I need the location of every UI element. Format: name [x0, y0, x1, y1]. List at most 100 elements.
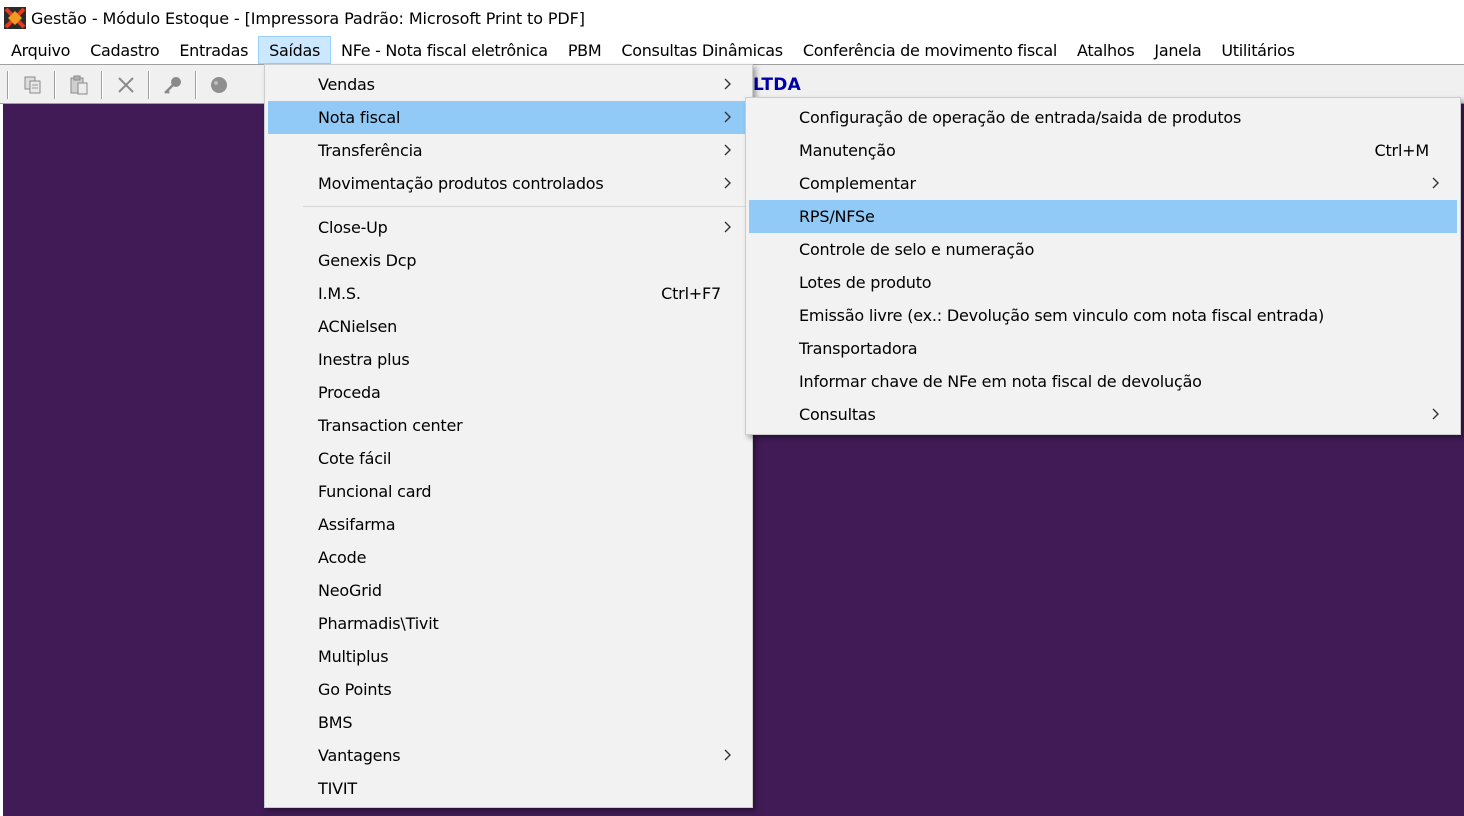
- menu-conferencia-de-movimento-fiscal[interactable]: Conferência de movimento fiscal: [793, 36, 1067, 64]
- toolbar-separator: [195, 71, 197, 99]
- menu-item-label: Close-Up: [318, 218, 388, 237]
- menu-item-label: Movimentação produtos controlados: [318, 174, 604, 193]
- chevron-right-icon: [724, 78, 731, 90]
- copy-button[interactable]: [18, 71, 48, 99]
- menu-item-consultas[interactable]: Consultas: [749, 398, 1457, 431]
- menu-item-label: Vantagens: [318, 746, 401, 765]
- menu-item-manutencao[interactable]: Manutenção Ctrl+M: [749, 134, 1457, 167]
- workspace-edge: [0, 104, 3, 816]
- menu-item-label: Transferência: [318, 141, 423, 160]
- menu-item-bms[interactable]: BMS: [268, 706, 749, 739]
- menu-item-label: Configuração de operação de entrada/said…: [799, 108, 1242, 127]
- menu-item-neogrid[interactable]: NeoGrid: [268, 574, 749, 607]
- delete-button[interactable]: [111, 71, 141, 99]
- menu-item-transaction-center[interactable]: Transaction center: [268, 409, 749, 442]
- menu-item-assifarma[interactable]: Assifarma: [268, 508, 749, 541]
- menu-item-label: Genexis Dcp: [318, 251, 417, 270]
- menu-item-lotes-de-produto[interactable]: Lotes de produto: [749, 266, 1457, 299]
- menu-item-label: Consultas: [799, 405, 876, 424]
- app-logo-icon: [4, 7, 26, 29]
- menu-utilitarios[interactable]: Utilitários: [1211, 36, 1304, 64]
- menu-nfe-nota-fiscal-eletronica[interactable]: NFe - Nota fiscal eletrônica: [331, 36, 558, 64]
- menu-item-vendas[interactable]: Vendas: [268, 68, 749, 101]
- menu-item-label: TIVIT: [318, 779, 357, 798]
- menu-atalhos[interactable]: Atalhos: [1067, 36, 1144, 64]
- menu-item-label: BMS: [318, 713, 353, 732]
- menu-item-acode[interactable]: Acode: [268, 541, 749, 574]
- menu-item-vantagens[interactable]: Vantagens: [268, 739, 749, 772]
- company-name-text: LTDA: [753, 75, 802, 95]
- key-icon: [164, 77, 181, 94]
- toolbar-separator: [101, 71, 103, 99]
- menu-item-pharmadis-tivit[interactable]: Pharmadis\Tivit: [268, 607, 749, 640]
- chevron-right-icon: [724, 111, 731, 123]
- menu-item-controle-de-selo-e-numeracao[interactable]: Controle de selo e numeração: [749, 233, 1457, 266]
- chevron-right-icon: [724, 144, 731, 156]
- menu-item-acnielsen[interactable]: ACNielsen: [268, 310, 749, 343]
- menu-pbm[interactable]: PBM: [558, 36, 612, 64]
- menu-item-label: RPS/NFSe: [799, 207, 875, 226]
- menu-item-label: NeoGrid: [318, 581, 382, 600]
- menu-item-label: ACNielsen: [318, 317, 398, 336]
- menu-item-label: Complementar: [799, 174, 916, 193]
- menu-item-label: Manutenção: [799, 141, 896, 160]
- menu-item-proceda[interactable]: Proceda: [268, 376, 749, 409]
- menu-item-rps-nfse[interactable]: RPS/NFSe: [749, 200, 1457, 233]
- menu-item-label: Controle de selo e numeração: [799, 240, 1035, 259]
- chevron-right-icon: [724, 749, 731, 761]
- menu-item-inestra-plus[interactable]: Inestra plus: [268, 343, 749, 376]
- menu-item-label: Pharmadis\Tivit: [318, 614, 439, 633]
- chevron-right-icon: [1432, 408, 1439, 420]
- saidas-dropdown-menu: Vendas Nota fiscal Transferência Movimentaç…: [264, 64, 753, 808]
- paste-button[interactable]: [64, 71, 94, 99]
- menu-item-i-m-s[interactable]: I.M.S. Ctrl+F7: [268, 277, 749, 310]
- toolbar-separator: [148, 71, 150, 99]
- menu-item-shortcut: Ctrl+M: [1374, 141, 1430, 160]
- circle-icon: [211, 77, 227, 93]
- menu-item-label: Transaction center: [318, 416, 463, 435]
- circle-button[interactable]: [204, 71, 234, 99]
- menu-janela[interactable]: Janela: [1144, 36, 1211, 64]
- menu-item-genexis-dcp[interactable]: Genexis Dcp: [268, 244, 749, 277]
- menu-item-label: Lotes de produto: [799, 273, 932, 292]
- toolbar-separator: [7, 71, 9, 99]
- key-button[interactable]: [158, 71, 188, 99]
- menu-item-emissao-livre-ex-devolucao-sem-vinculo-com-nota-fiscal-entrada[interactable]: Emissão livre (ex.: Devolução sem vincul…: [749, 299, 1457, 332]
- menu-item-configuracao-de-operacao-de-entrada-saida-de-produtos[interactable]: Configuração de operação de entrada/said…: [749, 101, 1457, 134]
- menu-item-label: Cote fácil: [318, 449, 392, 468]
- menu-item-tivit[interactable]: TIVIT: [268, 772, 749, 805]
- menu-item-label: Proceda: [318, 383, 381, 402]
- menu-item-label: Emissão livre (ex.: Devolução sem vincul…: [799, 306, 1325, 325]
- menu-cadastro[interactable]: Cadastro: [80, 36, 169, 64]
- menu-item-cote-facil[interactable]: Cote fácil: [268, 442, 749, 475]
- menu-item-complementar[interactable]: Complementar: [749, 167, 1457, 200]
- menu-item-label: Acode: [318, 548, 367, 567]
- menu-item-transferencia[interactable]: Transferência: [268, 134, 749, 167]
- menu-item-label: Transportadora: [799, 339, 918, 358]
- menu-item-label: Multiplus: [318, 647, 389, 666]
- menu-item-movimentacao-produtos-controlados[interactable]: Movimentação produtos controlados: [268, 167, 749, 200]
- menu-item-informar-chave-de-nfe-em-nota-fiscal-de-devolucao[interactable]: Informar chave de NFe em nota fiscal de …: [749, 365, 1457, 398]
- menu-item-label: I.M.S.: [318, 284, 361, 303]
- copy-icon: [24, 76, 41, 94]
- chevron-right-icon: [724, 221, 731, 233]
- menu-arquivo[interactable]: Arquivo: [1, 36, 80, 64]
- nota-fiscal-submenu: Configuração de operação de entrada/said…: [745, 97, 1461, 435]
- menu-item-nota-fiscal[interactable]: Nota fiscal: [268, 101, 749, 134]
- delete-icon: [118, 77, 134, 93]
- chevron-right-icon: [1432, 177, 1439, 189]
- window-title: Gestão - Módulo Estoque - [Impressora Pa…: [31, 8, 585, 28]
- chevron-right-icon: [724, 177, 731, 189]
- menu-entradas[interactable]: Entradas: [169, 36, 258, 64]
- menu-item-transportadora[interactable]: Transportadora: [749, 332, 1457, 365]
- paste-icon: [70, 75, 88, 95]
- menu-item-close-up[interactable]: Close-Up: [268, 211, 749, 244]
- menu-consultas-dinamicas[interactable]: Consultas Dinâmicas: [611, 36, 793, 64]
- menu-item-funcional-card[interactable]: Funcional card: [268, 475, 749, 508]
- menu-item-multiplus[interactable]: Multiplus: [268, 640, 749, 673]
- toolbar-separator: [54, 71, 56, 99]
- menu-item-label: Vendas: [318, 75, 375, 94]
- menu-item-shortcut: Ctrl+F7: [661, 284, 721, 303]
- menu-item-go-points[interactable]: Go Points: [268, 673, 749, 706]
- menu-saidas[interactable]: Saídas: [258, 36, 332, 64]
